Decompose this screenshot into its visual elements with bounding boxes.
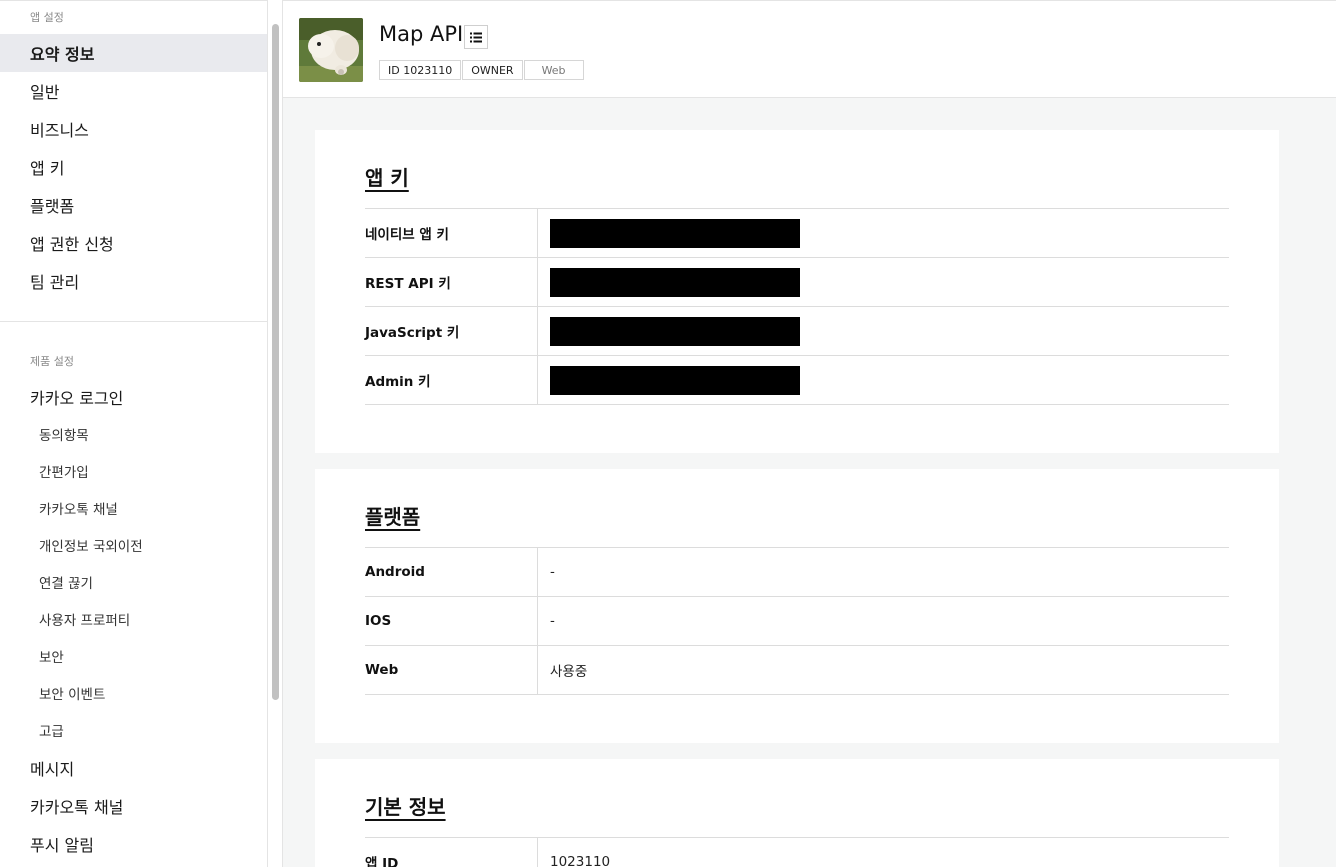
admin-key-value xyxy=(538,356,1229,404)
app-id-label: 앱 ID xyxy=(365,838,538,867)
app-keys-table: 네이티브 앱 키 REST API 키 JavaScript 키 Admin 키 xyxy=(365,208,1229,405)
app-settings-section-title: 앱 설정 xyxy=(30,11,64,24)
rest-api-key-label: REST API 키 xyxy=(365,258,538,306)
app-thumbnail-image xyxy=(299,18,363,82)
sidebar-subitem-advanced[interactable]: 고급 xyxy=(0,711,267,748)
table-row: 앱 ID 1023110 xyxy=(365,838,1229,867)
basic-info-table: 앱 ID 1023110 xyxy=(365,837,1229,867)
sidebar-subitem-simple-signup[interactable]: 간편가입 xyxy=(0,452,267,489)
javascript-key-value xyxy=(538,307,1229,355)
sidebar-item-business[interactable]: 비즈니스 xyxy=(0,110,267,148)
sidebar-item-kakao-login[interactable]: 카카오 로그인 xyxy=(0,378,267,416)
app-badges: ID 1023110 OWNER Web xyxy=(379,60,585,80)
platform-table: Android - IOS - Web 사용중 xyxy=(365,547,1229,695)
app-header: Map API ID 1023110 OWNER Web xyxy=(283,0,1336,98)
table-row: Web 사용중 xyxy=(365,646,1229,695)
platform-badge: Web xyxy=(523,60,584,80)
sidebar-item-team[interactable]: 팀 관리 xyxy=(0,262,267,300)
app-id-value: 1023110 xyxy=(550,854,611,867)
sidebar-item-summary[interactable]: 요약 정보 xyxy=(0,34,267,72)
ios-label: IOS xyxy=(365,597,538,645)
sidebar-scrollbar[interactable] xyxy=(268,0,283,867)
table-row: 네이티브 앱 키 xyxy=(365,209,1229,258)
sidebar-scrollbar-thumb[interactable] xyxy=(272,24,279,700)
platform-card: 플랫폼 Android - IOS - Web 사용중 xyxy=(315,469,1279,743)
app-menu-button[interactable] xyxy=(464,25,488,49)
product-settings-section-title: 제품 설정 xyxy=(30,355,74,368)
web-value: 사용중 xyxy=(550,664,588,680)
app-keys-card: 앱 키 네이티브 앱 키 REST API 키 JavaScript 키 Adm… xyxy=(315,130,1279,453)
native-app-key-value xyxy=(538,209,1229,257)
role-badge: OWNER xyxy=(462,60,523,80)
sidebar-subitem-unlink[interactable]: 연결 끊기 xyxy=(0,563,267,600)
platform-title: 플랫폼 xyxy=(365,505,421,529)
sidebar-item-push[interactable]: 푸시 알림 xyxy=(0,825,267,863)
table-row: Android - xyxy=(365,548,1229,597)
app-avatar xyxy=(299,18,363,82)
admin-key-label: Admin 키 xyxy=(365,356,538,404)
android-label: Android xyxy=(365,548,538,596)
table-row: Admin 키 xyxy=(365,356,1229,405)
android-value: - xyxy=(550,564,555,580)
redacted-value xyxy=(550,267,800,297)
sidebar-subitem-consent[interactable]: 동의항목 xyxy=(0,415,267,452)
basic-info-card: 기본 정보 앱 ID 1023110 xyxy=(315,759,1279,867)
list-icon xyxy=(470,32,482,42)
sidebar: 앱 설정 요약 정보 일반 비즈니스 앱 키 플랫폼 앱 권한 신청 팀 관리 … xyxy=(0,0,268,867)
table-row: JavaScript 키 xyxy=(365,307,1229,356)
sidebar-subitem-security[interactable]: 보안 xyxy=(0,637,267,674)
app-keys-title: 앱 키 xyxy=(365,166,409,190)
sidebar-item-kakaotalk-channel[interactable]: 카카오톡 채널 xyxy=(0,787,267,825)
sidebar-item-general[interactable]: 일반 xyxy=(0,72,267,110)
app-name: Map API xyxy=(379,22,464,46)
basic-info-title: 기본 정보 xyxy=(365,795,446,819)
ios-value: - xyxy=(550,613,555,629)
redacted-value xyxy=(550,316,800,346)
sidebar-item-message[interactable]: 메시지 xyxy=(0,749,267,787)
sidebar-subitem-kakaotalk-channel[interactable]: 카카오톡 채널 xyxy=(0,489,267,526)
sidebar-subitem-security-event[interactable]: 보안 이벤트 xyxy=(0,674,267,711)
native-app-key-label: 네이티브 앱 키 xyxy=(365,209,538,257)
web-label: Web xyxy=(365,646,538,694)
sidebar-item-platform[interactable]: 플랫폼 xyxy=(0,186,267,224)
sidebar-subitem-user-property[interactable]: 사용자 프로퍼티 xyxy=(0,600,267,637)
redacted-value xyxy=(550,365,800,395)
rest-api-key-value xyxy=(538,258,1229,306)
sidebar-item-permission-request[interactable]: 앱 권한 신청 xyxy=(0,224,267,262)
sidebar-item-app-key[interactable]: 앱 키 xyxy=(0,148,267,186)
sidebar-divider xyxy=(0,321,267,322)
table-row: IOS - xyxy=(365,597,1229,646)
sidebar-subitem-overseas-transfer[interactable]: 개인정보 국외이전 xyxy=(0,526,267,563)
app-id-badge: ID 1023110 xyxy=(379,60,462,80)
redacted-value xyxy=(550,218,800,248)
javascript-key-label: JavaScript 키 xyxy=(365,307,538,355)
table-row: REST API 키 xyxy=(365,258,1229,307)
